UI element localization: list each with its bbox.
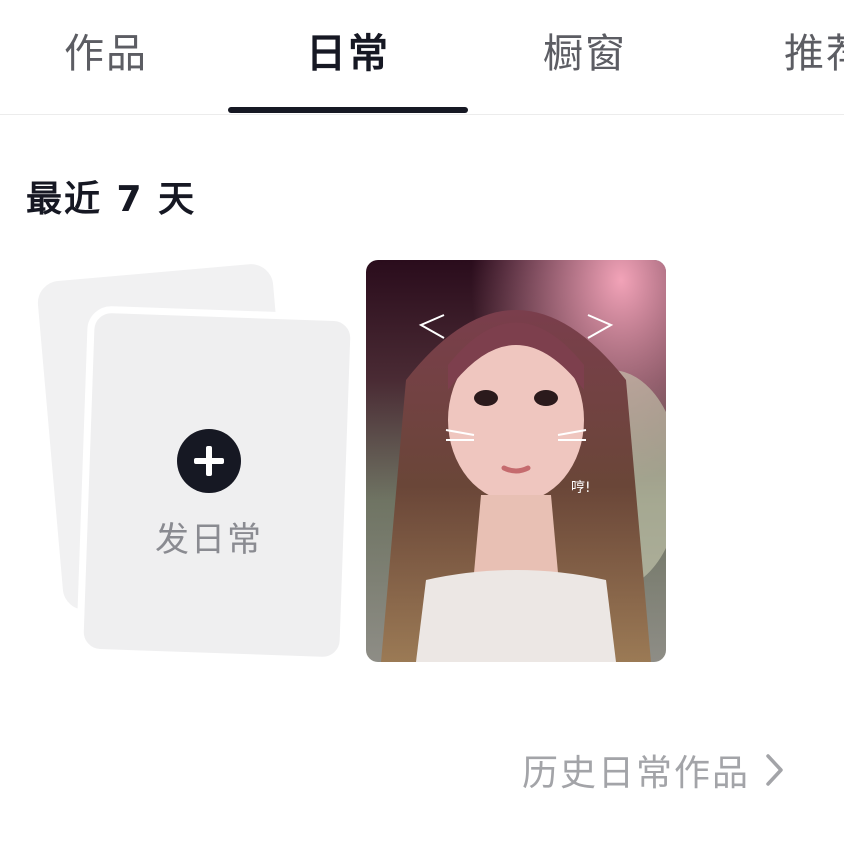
add-daily-label: 发日常 xyxy=(155,520,263,560)
tab-showcase[interactable]: 橱窗 xyxy=(543,26,627,82)
tab-recommend[interactable]: 推荐 xyxy=(784,26,844,82)
plus-icon[interactable] xyxy=(177,429,241,493)
history-daily-label: 历史日常作品 xyxy=(521,753,750,794)
tab-daily[interactable]: 日常 xyxy=(306,26,390,82)
section-title: 最近 7 天 xyxy=(26,179,197,220)
tab-bar: 作品 日常 橱窗 推荐 xyxy=(0,0,844,115)
history-daily-link[interactable]: 历史日常作品 xyxy=(522,744,786,796)
tab-works[interactable]: 作品 xyxy=(64,26,148,82)
active-tab-indicator xyxy=(228,107,468,113)
chevron-right-icon xyxy=(766,754,783,786)
daily-post-thumbnail[interactable]: 哼! xyxy=(366,260,666,662)
sticker-text: 哼! xyxy=(571,479,591,496)
